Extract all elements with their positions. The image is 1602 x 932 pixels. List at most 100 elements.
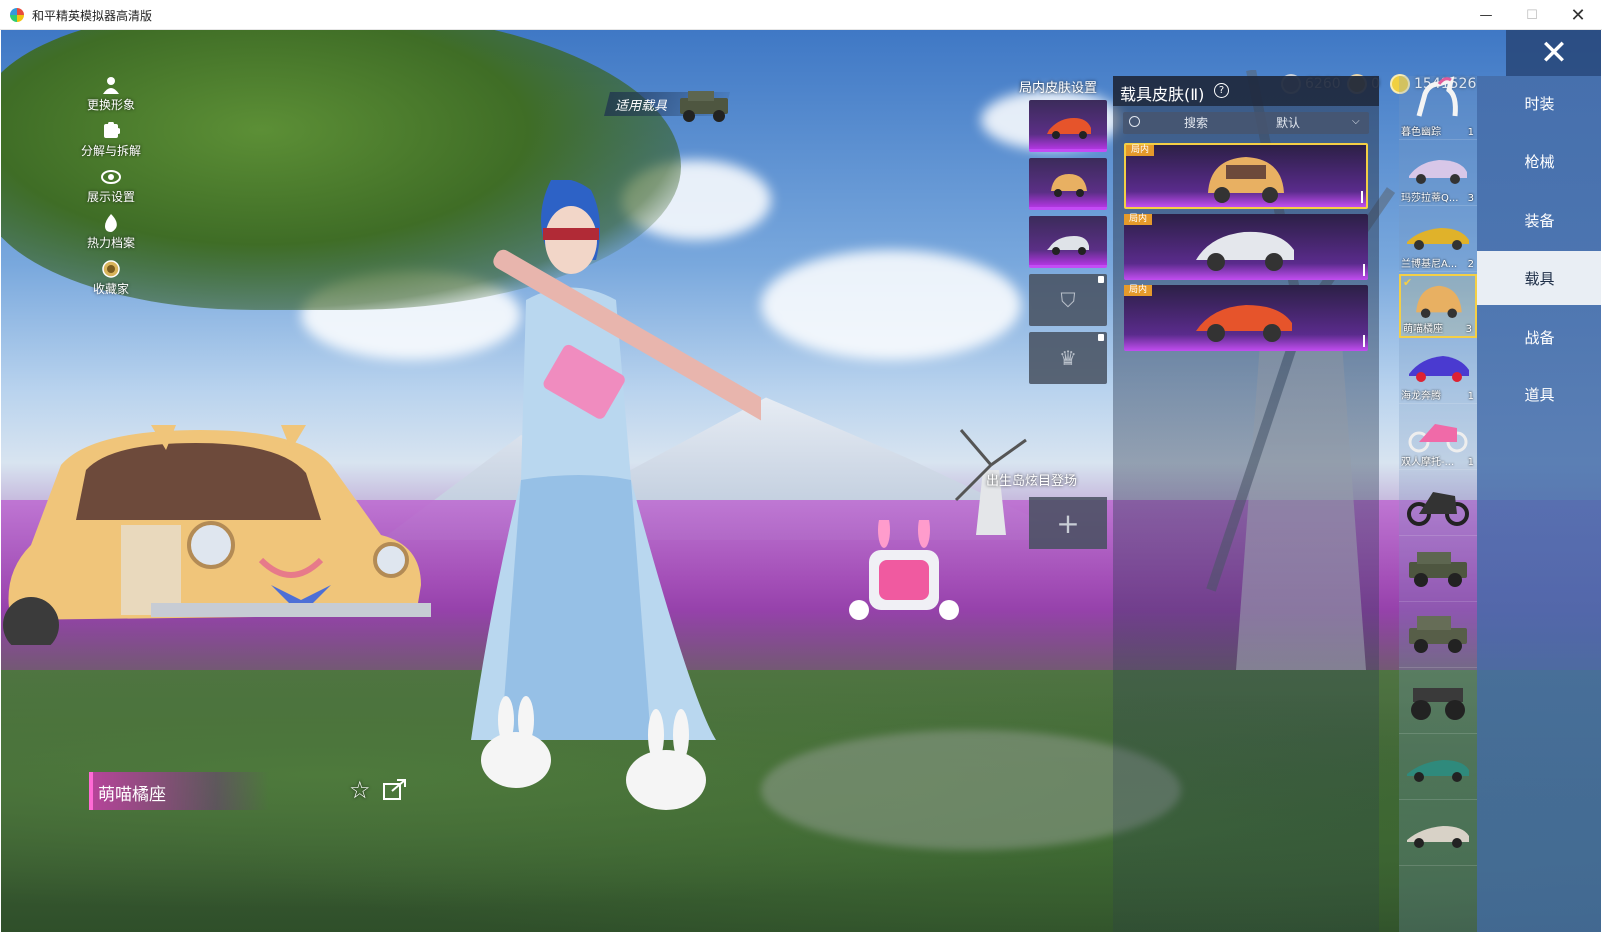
heat-archive-button[interactable]: 热力档案 (71, 212, 151, 258)
add-spawn-entrance-button[interactable]: + (1029, 497, 1107, 549)
vehicle-item[interactable] (1399, 472, 1477, 536)
truck-icon (1411, 688, 1465, 720)
vehicle-name: 玛莎拉蒂Q... (1401, 193, 1459, 204)
left-menu-label: 收藏家 (92, 282, 129, 296)
window-title: 和平精英模拟器高清版 (32, 9, 153, 23)
vehicle-item[interactable]: 玛莎拉蒂Q... 3 (1399, 142, 1477, 206)
skin-slot-locked[interactable]: ♛ (1029, 332, 1107, 384)
star-icon[interactable]: ☆ (349, 776, 371, 804)
tab-equipment[interactable]: 装备 (1477, 193, 1601, 247)
jeep-icon (1409, 552, 1467, 587)
left-menu-label: 展示设置 (86, 190, 135, 204)
car-thumbnail (1409, 356, 1469, 382)
car-thumbnail (1047, 236, 1089, 255)
character-model (471, 180, 761, 810)
help-icon[interactable]: ? (1214, 83, 1229, 98)
crown-icon: ♛ (1059, 346, 1077, 370)
vehicle-item-selected[interactable]: ✔ 萌喵橘座 3 (1399, 274, 1477, 338)
vehicle-item[interactable] (1399, 736, 1477, 800)
left-menu: 更换形象 分解与拆解 展示设置 热力档案 收藏家 (71, 74, 151, 304)
apply-vehicle-label: 适用载具 (615, 99, 668, 114)
tab-battle-prep[interactable]: 战备 (1477, 310, 1601, 364)
decompose-button[interactable]: 分解与拆解 (71, 120, 151, 166)
left-menu-label: 分解与拆解 (80, 144, 141, 158)
panel-title: 载具皮肤(Ⅱ) (1120, 85, 1205, 104)
skin-card[interactable]: 局内 (1124, 143, 1368, 209)
tab-items[interactable]: 道具 (1477, 367, 1601, 421)
vehicle-name: 海龙奔腾 (1401, 391, 1441, 402)
check-icon: ✔ (1403, 276, 1413, 289)
left-menu-label: 热力档案 (86, 236, 135, 250)
change-appearance-button[interactable]: 更换形象 (71, 74, 151, 120)
lock-icon (1098, 334, 1104, 341)
jeep-icon (1409, 616, 1467, 653)
badge-icon (100, 258, 122, 280)
cloud (761, 250, 1021, 360)
tab-weapons[interactable]: 枪械 (1477, 134, 1601, 188)
flame-icon (100, 212, 122, 234)
window-titlebar: 和平精英模拟器高清版 — ☐ ✕ (0, 0, 1602, 30)
vehicle-item[interactable]: 双人摩托-... 1 (1399, 406, 1477, 470)
sort-select[interactable]: 默认 (1276, 114, 1300, 131)
person-icon (100, 74, 122, 96)
in-game-badge: 局内 (1124, 285, 1153, 296)
skin-card[interactable]: 局内 (1124, 214, 1368, 280)
car-thumbnail (1407, 228, 1469, 250)
vehicle-item[interactable]: 海龙奔腾 1 (1399, 340, 1477, 404)
vehicle-item[interactable] (1399, 802, 1477, 866)
shield-icon: ⛉ (1060, 288, 1076, 312)
collector-button[interactable]: 收藏家 (71, 258, 151, 304)
maximize-button[interactable]: ☐ (1510, 0, 1554, 30)
search-input[interactable] (1151, 114, 1241, 132)
vehicle-name: 兰博基尼A... (1401, 259, 1458, 270)
skin-slot-3[interactable] (1029, 216, 1107, 268)
vehicle-item[interactable] (1399, 538, 1477, 602)
card-indicator (1363, 264, 1365, 276)
share-icon[interactable] (383, 778, 407, 800)
motorcycle-icon (1408, 424, 1468, 453)
horse-icon (1416, 76, 1458, 117)
car-thumbnail (1409, 160, 1467, 184)
vehicle-count: 2 (1467, 259, 1474, 270)
skin-settings-title: 局内皮肤设置 (1019, 81, 1098, 96)
vehicle-count: 1 (1467, 391, 1474, 402)
vehicle-count: 3 (1467, 193, 1474, 204)
puzzle-icon (100, 120, 122, 142)
bunny-pet-model (849, 520, 959, 620)
tab-vehicles[interactable]: 载具 (1477, 251, 1601, 305)
game-viewport: 更换形象 分解与拆解 展示设置 热力档案 收藏家 适用载具 1541526 ✕ … (1, 30, 1601, 932)
skin-slot-locked[interactable]: ⛉ (1029, 274, 1107, 326)
jeep-icon (680, 91, 728, 122)
skin-slot-1[interactable] (1029, 100, 1107, 152)
car-thumbnail (1407, 760, 1469, 782)
eye-icon (100, 166, 122, 188)
car-thumbnail (1208, 157, 1284, 203)
vehicle-item[interactable]: 兰博基尼A... 2 (1399, 208, 1477, 272)
vehicle-count: 1 (1467, 127, 1474, 138)
vehicle-name: 萌喵橘座 (1403, 324, 1443, 335)
vehicle-name: 暮色幽踪 (1401, 127, 1441, 138)
skin-card[interactable]: 局内 (1124, 285, 1368, 351)
skin-name: 萌喵橘座 (98, 785, 166, 805)
vehicle-item[interactable] (1399, 604, 1477, 668)
chevron-down-icon[interactable]: ⌵ (1352, 116, 1360, 127)
vehicle-count: 3 (1465, 324, 1472, 335)
car-thumbnail (1407, 826, 1469, 848)
in-game-badge: 局内 (1126, 145, 1155, 156)
cat-car-model (3, 425, 431, 645)
close-icon[interactable]: ✕ (1506, 30, 1601, 76)
app-icon (10, 8, 24, 22)
spawn-entrance-title: 出生岛炫目登场 (986, 474, 1078, 489)
vehicle-name: 双人摩托-... (1401, 457, 1455, 468)
tab-outfit[interactable]: 时装 (1477, 76, 1601, 130)
car-thumbnail (1051, 174, 1087, 197)
vehicle-item[interactable] (1399, 670, 1477, 734)
close-window-button[interactable]: ✕ (1556, 0, 1600, 30)
search-icon (1129, 116, 1140, 127)
vehicle-item[interactable]: 暮色幽踪 1 (1399, 76, 1477, 140)
display-settings-button[interactable]: 展示设置 (71, 166, 151, 212)
skin-slot-2[interactable] (1029, 158, 1107, 210)
car-thumbnail (1196, 305, 1292, 342)
minimize-button[interactable]: — (1464, 0, 1508, 30)
left-menu-label: 更换形象 (86, 98, 135, 112)
